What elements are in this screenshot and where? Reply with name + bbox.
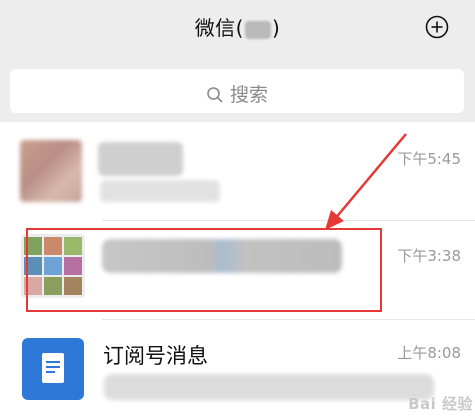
page-title: 微信() xyxy=(0,12,475,41)
top-bar: 微信() 搜索 xyxy=(0,0,475,122)
search-icon xyxy=(207,87,223,103)
chat-name-blurred xyxy=(98,142,183,176)
chat-time: 上午8:08 xyxy=(397,344,461,362)
search-placeholder: 搜索 xyxy=(229,84,268,106)
watermark: Bai 经验 xyxy=(408,395,473,413)
chat-title: 订阅号消息 xyxy=(103,344,208,368)
chat-preview-blurred xyxy=(100,180,220,202)
search-box[interactable]: 搜索 xyxy=(10,69,464,113)
chat-time: 下午3:38 xyxy=(397,247,461,265)
highlight-box xyxy=(26,228,382,312)
title-suffix: ) xyxy=(272,16,281,40)
chat-preview-blurred xyxy=(104,374,434,400)
chat-row[interactable]: 下午5:45 xyxy=(0,122,475,220)
title-count-blurred xyxy=(245,20,271,39)
plus-circle-icon[interactable] xyxy=(425,15,449,39)
avatar xyxy=(20,140,82,202)
avatar xyxy=(22,338,84,400)
chat-time: 下午5:45 xyxy=(397,150,461,168)
title-prefix: 微信( xyxy=(194,16,244,40)
document-icon xyxy=(42,353,64,383)
